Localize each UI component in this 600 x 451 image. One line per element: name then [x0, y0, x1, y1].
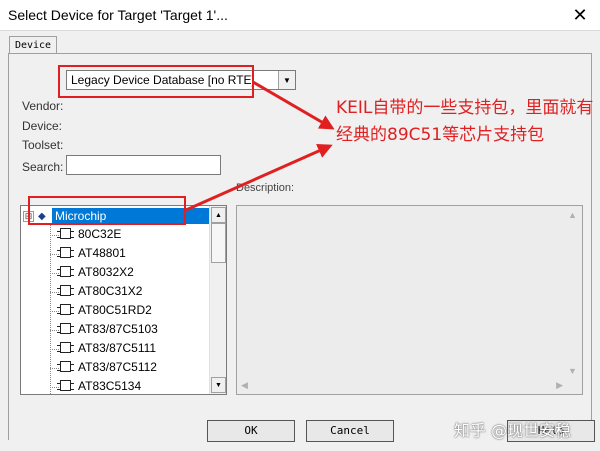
tree-vendor-microchip[interactable]: ◆ Microchip — [38, 208, 210, 224]
tree-item[interactable]: AT8032X2 — [50, 263, 220, 282]
tab-device[interactable]: Device — [9, 36, 57, 54]
close-icon[interactable]: ✕ — [560, 0, 600, 30]
scroll-down-icon[interactable]: ▼ — [211, 377, 226, 393]
tree-item-label: AT83/87C5103 — [78, 322, 158, 336]
vendor-label: Vendor: — [22, 99, 64, 113]
chip-icon — [57, 304, 74, 315]
title-bar: Select Device for Target 'Target 1'... ✕ — [0, 0, 600, 30]
tree-item-label: AT8032X2 — [78, 265, 134, 279]
description-box: ▲ ▼ ◀ ▶ — [236, 205, 583, 395]
scroll-right-icon[interactable]: ▶ — [556, 380, 563, 391]
tree-item[interactable]: AT83/87C5103 — [50, 320, 220, 339]
cancel-button[interactable]: Cancel — [306, 420, 394, 442]
chevron-down-icon[interactable]: ▼ — [278, 71, 295, 89]
scroll-up-icon[interactable]: ▲ — [211, 207, 226, 223]
toolset-label: Toolset: — [22, 138, 64, 152]
scroll-up-icon[interactable]: ▲ — [568, 210, 577, 220]
chip-icon — [57, 228, 74, 239]
tree-item[interactable]: AT80C51RD2 — [50, 301, 220, 320]
vendor-diamond-icon: ◆ — [38, 211, 46, 222]
description-label: Description: — [236, 182, 295, 194]
scroll-left-icon[interactable]: ◀ — [241, 380, 248, 391]
tree-item-label: AT83C5134 — [78, 379, 142, 393]
device-database-value: Legacy Device Database [no RTE] — [71, 73, 255, 87]
tree-item-label: 80C32E — [78, 227, 122, 241]
tree-item-label: AT80C51RD2 — [78, 303, 152, 317]
tree-item[interactable]: AT80C31X2 — [50, 282, 220, 301]
chip-icon — [57, 266, 74, 277]
tree-item[interactable]: AT83C5134 — [50, 377, 220, 394]
search-input[interactable] — [66, 155, 221, 175]
chip-icon — [57, 342, 74, 353]
watermark: 知乎 @现世安稳 — [454, 421, 572, 440]
description-hscrollbar[interactable]: ◀ ▶ — [239, 378, 565, 392]
chip-icon — [57, 323, 74, 334]
scroll-down-icon[interactable]: ▼ — [568, 366, 577, 376]
chip-icon — [57, 361, 74, 372]
ok-button[interactable]: OK — [207, 420, 295, 442]
tree-item[interactable]: AT83/87C5111 — [50, 339, 220, 358]
device-tree[interactable]: ⊟ ◆ Microchip 80C32E AT48801 AT8032X2 AT… — [20, 205, 227, 395]
description-vscrollbar[interactable]: ▲ ▼ — [566, 208, 580, 378]
search-label: Search: — [22, 160, 64, 174]
collapse-icon[interactable]: ⊟ — [23, 211, 34, 222]
chip-icon — [57, 380, 74, 391]
tree-item-label: AT48801 — [78, 246, 126, 260]
device-label: Device: — [22, 119, 63, 133]
chip-icon — [57, 247, 74, 258]
scroll-thumb[interactable] — [211, 223, 226, 263]
window-title: Select Device for Target 'Target 1'... — [8, 7, 228, 23]
tree-vscrollbar[interactable]: ▲ ▼ — [209, 206, 226, 394]
tree-item[interactable]: 80C32E — [50, 225, 220, 244]
device-database-select[interactable]: Legacy Device Database [no RTE] ▼ — [66, 70, 296, 90]
tree-item[interactable]: AT83/87C5112 — [50, 358, 220, 377]
tree-vendor-label: Microchip — [52, 208, 210, 224]
tree-item[interactable]: AT48801 — [50, 244, 220, 263]
tree-item-label: AT83/87C5111 — [78, 341, 157, 355]
annotation-text: KEIL自带的一些支持包，里面就有经典的89C51等芯片支持包 — [336, 98, 594, 145]
tree-item-label: AT83/87C5112 — [78, 360, 157, 374]
tree-item-label: AT80C31X2 — [78, 284, 143, 298]
chip-icon — [57, 285, 74, 296]
